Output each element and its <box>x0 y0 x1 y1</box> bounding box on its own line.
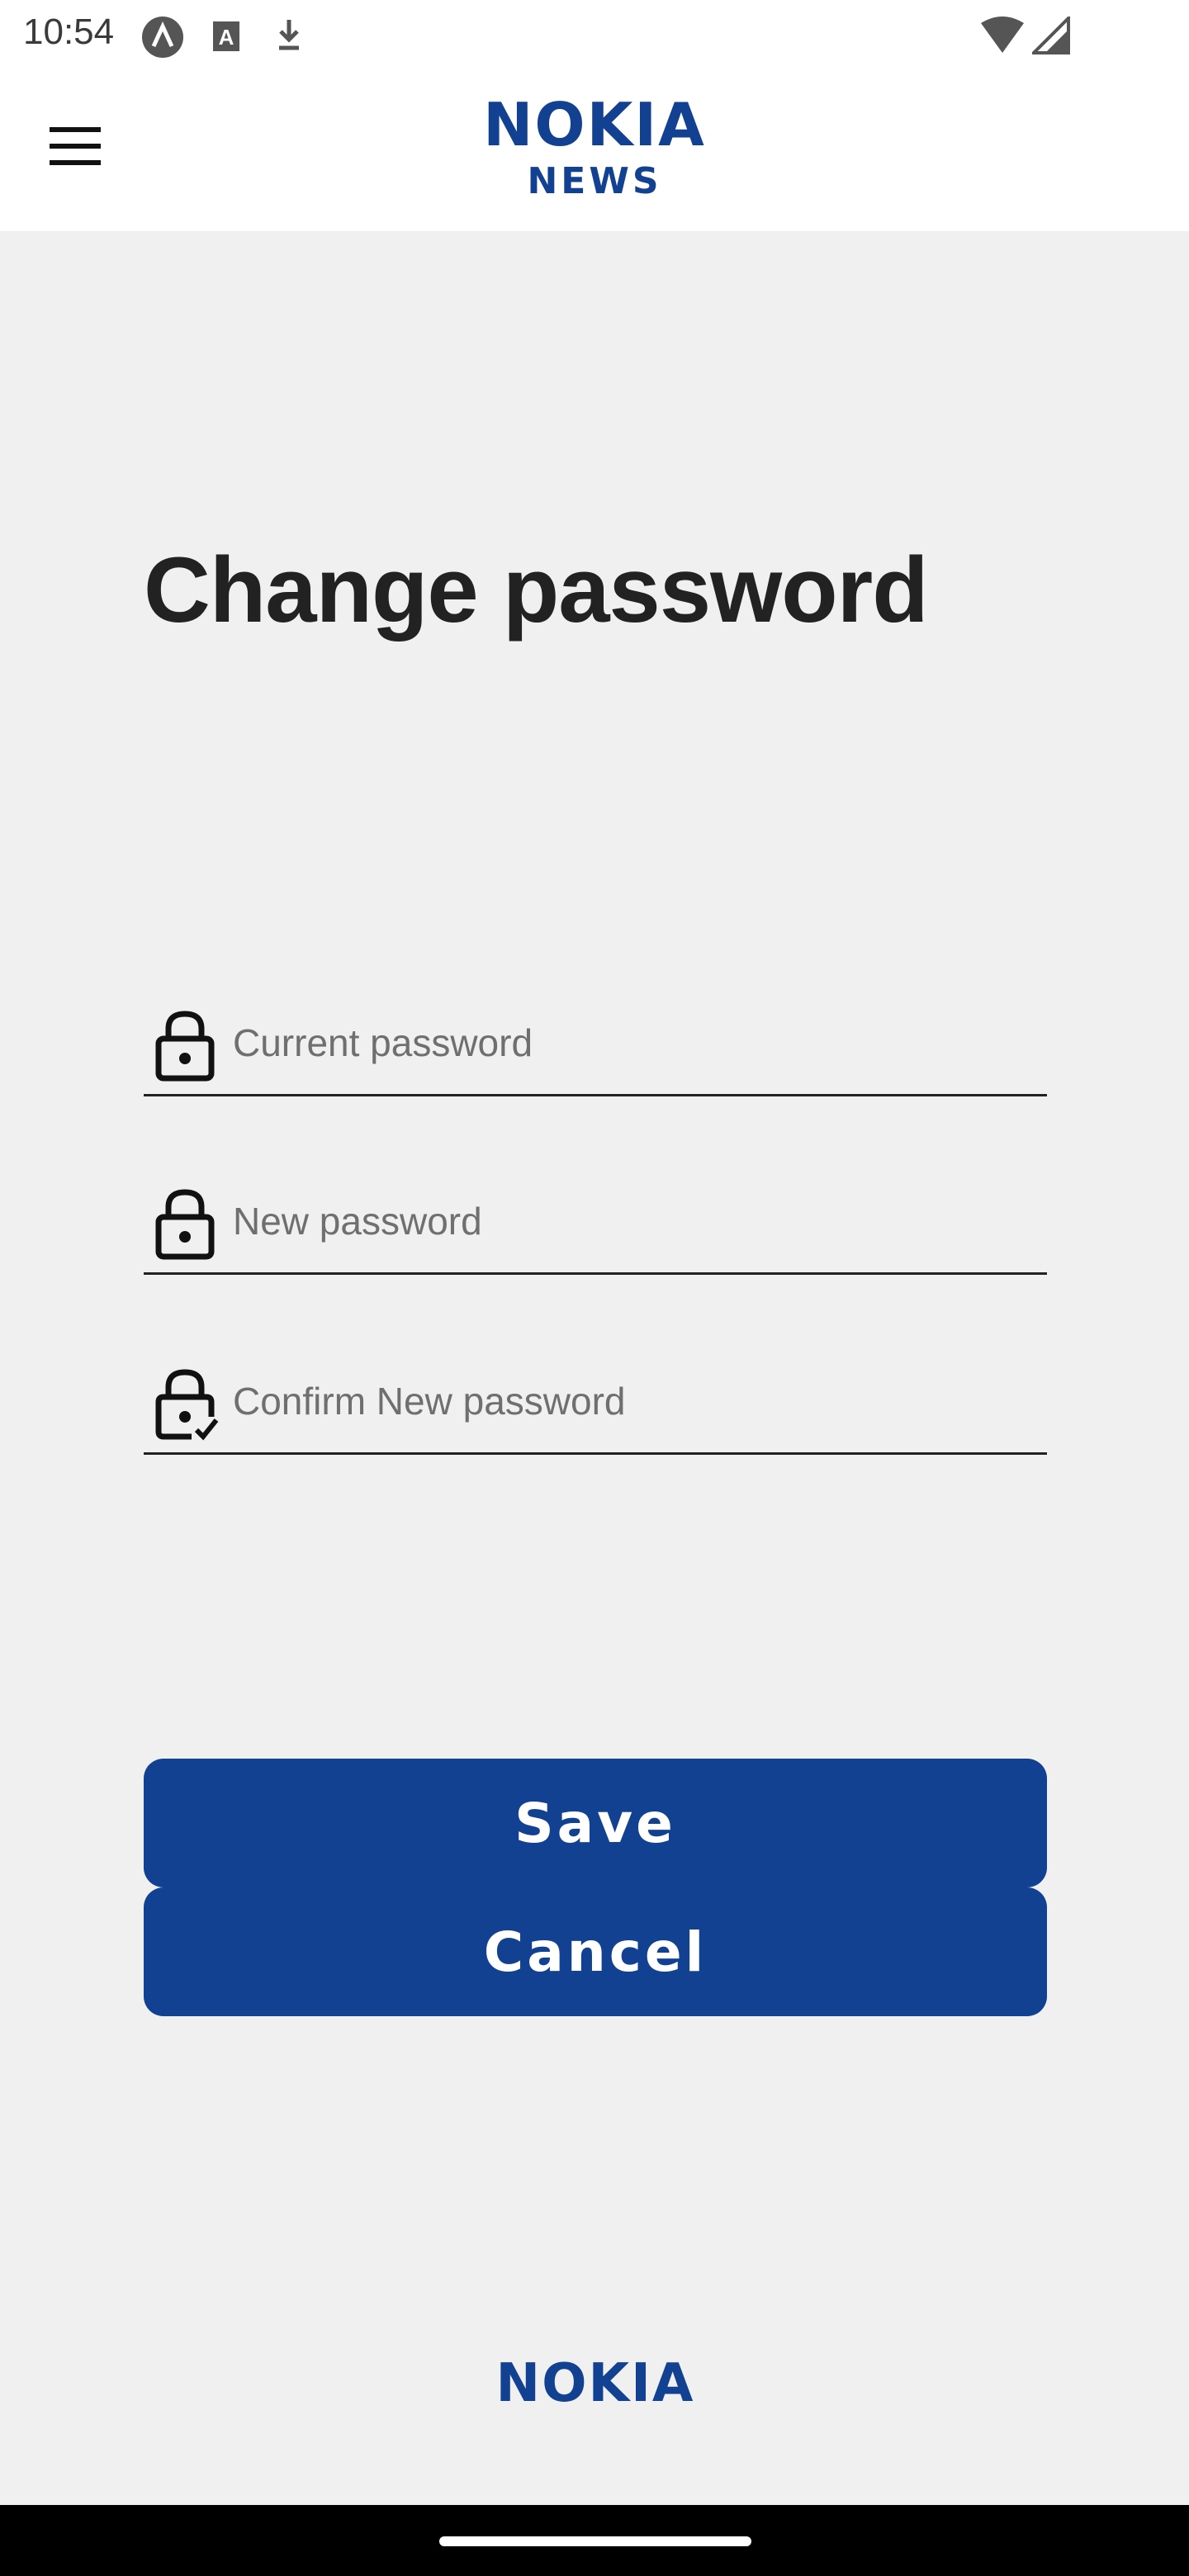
app-header: NOKIA NEWS <box>0 69 1189 231</box>
confirm-new-password-input[interactable] <box>233 1372 1026 1430</box>
text-icon: A <box>210 15 246 60</box>
status-time: 10:54 <box>23 12 115 52</box>
home-gesture-handle[interactable] <box>439 2536 751 2546</box>
app-notification-icon <box>140 15 185 64</box>
lock-check-icon <box>154 1366 219 1442</box>
current-password-input[interactable] <box>233 1014 1026 1072</box>
signal-icon <box>1030 14 1070 59</box>
lock-icon <box>154 1186 216 1262</box>
confirm-password-field <box>144 1352 1047 1455</box>
page-title: Change password <box>144 538 929 642</box>
lock-icon <box>154 1007 216 1083</box>
current-password-field <box>144 994 1047 1096</box>
status-bar: 10:54 A <box>0 0 1189 69</box>
logo-top-text: NOKIA <box>483 94 706 159</box>
nokia-footer-logo: NOKIA <box>496 2358 695 2408</box>
wifi-icon <box>979 17 1026 59</box>
system-nav-bar <box>0 2505 1189 2576</box>
save-button[interactable]: Save <box>144 1759 1047 1887</box>
download-icon <box>272 15 306 60</box>
svg-text:A: A <box>219 25 234 50</box>
new-password-field <box>144 1172 1047 1275</box>
cancel-button[interactable]: Cancel <box>144 1887 1047 2016</box>
hamburger-menu-icon[interactable] <box>43 121 109 173</box>
nokia-news-logo: NOKIA NEWS <box>483 94 706 201</box>
footer-logo-text: NOKIA <box>496 2358 695 2408</box>
new-password-input[interactable] <box>233 1192 1026 1250</box>
logo-bottom-text: NEWS <box>527 160 661 201</box>
